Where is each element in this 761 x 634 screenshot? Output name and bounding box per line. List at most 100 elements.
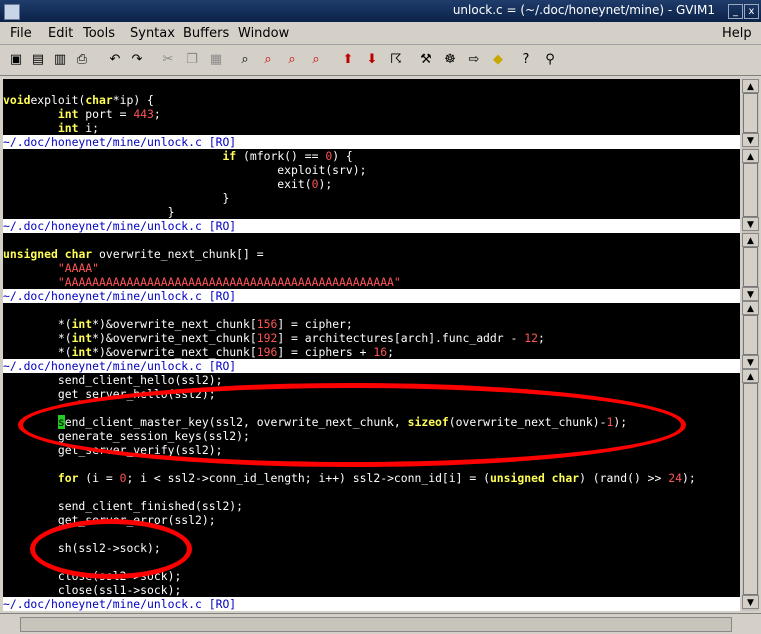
scroll-up-arrow[interactable]: ▲	[742, 233, 759, 247]
build-tags-icon[interactable]: ☸	[442, 52, 458, 68]
scroll-down-arrow[interactable]: ▼	[742, 287, 759, 301]
save-icon[interactable]: ▤	[30, 52, 46, 68]
editor-area[interactable]: voidexploit(char*ip) { int port = 443; i…	[3, 79, 740, 611]
scroll-up-arrow[interactable]: ▲	[742, 301, 759, 315]
load-session-icon[interactable]: ⬆	[340, 52, 356, 68]
help-icon[interactable]: ?	[518, 52, 534, 68]
code-line[interactable]: voidexploit(char*ip) {	[3, 93, 740, 107]
code-line[interactable]: "AAAAAAAAAAAAAAAAAAAAAAAAAAAAAAAAAAAAAAA…	[3, 275, 740, 289]
blank-line[interactable]	[3, 485, 740, 499]
scroll-up-arrow[interactable]: ▲	[742, 369, 759, 383]
code-token: 192	[256, 331, 278, 345]
status-line[interactable]: ~/.doc/honeynet/mine/unlock.c [RO]	[3, 289, 740, 303]
scroll-up-arrow[interactable]: ▲	[742, 79, 759, 93]
jump-tag-icon[interactable]: ⇨	[466, 52, 482, 68]
blank-line[interactable]	[3, 303, 740, 317]
copy-icon[interactable]: ❐	[184, 52, 200, 68]
scroll-down-arrow[interactable]: ▼	[742, 595, 759, 609]
code-token: *(	[3, 317, 72, 331]
code-line[interactable]: if (mfork() == 0) {	[3, 149, 740, 163]
blank-line[interactable]	[3, 457, 740, 471]
blank-line[interactable]	[3, 401, 740, 415]
code-line[interactable]: unsigned char overwrite_next_chunk[] =	[3, 247, 740, 261]
menu-edit[interactable]: Edit	[48, 26, 73, 41]
code-line[interactable]: exploit(srv);	[3, 163, 740, 177]
find-prev-icon[interactable]: ⌕	[284, 52, 300, 68]
code-line[interactable]: get_server_hello(ssl2);	[3, 387, 740, 401]
scroll-down-arrow[interactable]: ▼	[742, 217, 759, 231]
code-token: int	[71, 345, 93, 359]
menu-window[interactable]: Window	[238, 26, 289, 41]
make-icon[interactable]: ⚒	[418, 52, 434, 68]
code-line[interactable]: int port = 443;	[3, 107, 740, 121]
scroll-thumb-5[interactable]	[743, 383, 758, 595]
blank-line[interactable]	[3, 233, 740, 247]
replace-icon[interactable]: ⌕	[308, 52, 324, 68]
code-line[interactable]: int i;	[3, 121, 740, 135]
code-line[interactable]: generate_session_keys(ssl2);	[3, 429, 740, 443]
code-token: char	[64, 247, 93, 261]
code-token: (mfork() ==	[236, 149, 326, 163]
code-line[interactable]: send_client_finished(ssl2);	[3, 499, 740, 513]
scroll-thumb-2[interactable]	[743, 163, 758, 217]
menu-help[interactable]: Help	[722, 26, 752, 41]
scroll-down-arrow[interactable]: ▼	[742, 355, 759, 369]
scroll-thumb-3[interactable]	[743, 247, 758, 287]
code-token: overwrite_next_chunk[] =	[92, 247, 264, 261]
blank-line[interactable]	[3, 79, 740, 93]
code-line[interactable]: "AAAA"	[3, 261, 740, 275]
save-session-icon[interactable]: ⬇	[364, 52, 380, 68]
undo-icon[interactable]: ↶	[107, 52, 123, 68]
menu-buffers[interactable]: Buffers	[183, 26, 229, 41]
code-token: }	[3, 205, 175, 219]
code-token: unsigned	[3, 247, 58, 261]
menu-syntax[interactable]: Syntax	[130, 26, 175, 41]
code-token: );	[681, 471, 696, 485]
menu-tools[interactable]: Tools	[83, 26, 115, 41]
find-icon[interactable]: ⌕	[237, 52, 253, 68]
code-line[interactable]: }	[3, 191, 740, 205]
redo-icon[interactable]: ↷	[129, 52, 145, 68]
code-line[interactable]: close(ssl1->sock);	[3, 583, 740, 597]
scroll-thumb-4[interactable]	[743, 315, 758, 355]
code-line[interactable]: exit(0);	[3, 177, 740, 191]
code-line[interactable]: }	[3, 205, 740, 219]
code-token: ; i < ssl2->conn_id_length; i++) ssl2->c…	[126, 471, 490, 485]
horizontal-scrollbar[interactable]	[20, 617, 732, 632]
save-all-icon[interactable]: ▥	[52, 52, 68, 68]
code-line[interactable]: close(ssl2->sock);	[3, 569, 740, 583]
scroll-up-arrow[interactable]: ▲	[742, 149, 759, 163]
minimize-button[interactable]: _	[728, 4, 743, 19]
code-line[interactable]: *(int*)&overwrite_next_chunk[192] = arch…	[3, 331, 740, 345]
code-token: void	[3, 93, 31, 107]
help-tag-icon[interactable]: ◆	[490, 52, 506, 68]
status-line[interactable]: ~/.doc/honeynet/mine/unlock.c [RO]	[3, 597, 740, 611]
code-line[interactable]: get_server_verify(ssl2);	[3, 443, 740, 457]
code-line[interactable]: send_client_master_key(ssl2, overwrite_n…	[3, 415, 740, 429]
code-line[interactable]: *(int*)&overwrite_next_chunk[156] = ciph…	[3, 317, 740, 331]
cut-icon[interactable]: ✂	[160, 52, 176, 68]
blank-line[interactable]	[3, 555, 740, 569]
find-next-icon[interactable]: ⌕	[260, 52, 276, 68]
scroll-down-arrow[interactable]: ▼	[742, 133, 759, 147]
blank-line[interactable]	[3, 527, 740, 541]
code-line[interactable]: sh(ssl2->sock);	[3, 541, 740, 555]
code-token: "AAAAAAAAAAAAAAAAAAAAAAAAAAAAAAAAAAAAAAA…	[57, 275, 401, 289]
code-line[interactable]: for (i = 0; i < ssl2->conn_id_length; i+…	[3, 471, 740, 485]
close-button[interactable]: x	[744, 4, 759, 19]
open-icon[interactable]: ▣	[8, 52, 24, 68]
status-line[interactable]: ~/.doc/honeynet/mine/unlock.c [RO]	[3, 219, 740, 233]
code-line[interactable]: send_client_hello(ssl2);	[3, 373, 740, 387]
paste-icon[interactable]: ▦	[208, 52, 224, 68]
print-icon[interactable]: ⎙	[74, 52, 90, 68]
code-line[interactable]: get_server_error(ssl2);	[3, 513, 740, 527]
code-line[interactable]: *(int*)&overwrite_next_chunk[196] = ciph…	[3, 345, 740, 359]
scroll-thumb-1[interactable]	[743, 93, 758, 133]
menu-file[interactable]: File	[10, 26, 32, 41]
status-line[interactable]: ~/.doc/honeynet/mine/unlock.c [RO]	[3, 135, 740, 149]
find-help-icon[interactable]: ⚲	[542, 52, 558, 68]
vertical-scrollbars[interactable]: ▲ ▼ ▲ ▼ ▲ ▼ ▲ ▼ ▲ ▼	[742, 79, 759, 611]
status-line[interactable]: ~/.doc/honeynet/mine/unlock.c [RO]	[3, 359, 740, 373]
run-script-icon[interactable]: ☈	[388, 52, 404, 68]
